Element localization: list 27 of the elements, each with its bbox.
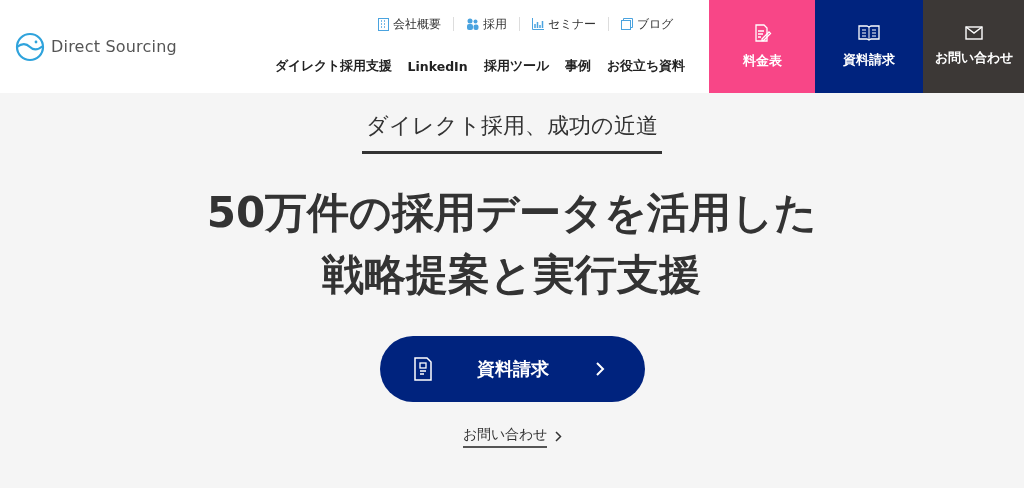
people-icon — [465, 18, 479, 30]
building-icon — [377, 17, 389, 31]
nav-link[interactable]: お役立ち資料 — [606, 57, 685, 75]
logo-icon — [15, 31, 45, 62]
headline: 50万件の採用データを活用した 戦略提案と実行支援 — [206, 187, 818, 301]
mail-icon — [964, 26, 983, 40]
chevron-right-icon — [554, 430, 562, 442]
nav-link[interactable]: 採用ツール — [483, 57, 549, 75]
header-cta-button[interactable]: お問い合わせ — [923, 0, 1024, 93]
top-link[interactable]: セミナー — [518, 17, 608, 31]
document-pen-icon — [752, 23, 772, 43]
nav-link[interactable]: 事例 — [564, 57, 591, 75]
top-link[interactable]: ブログ — [607, 17, 685, 31]
window-icon — [620, 18, 633, 30]
tagline: ダイレクト採用、成功の近道 — [362, 111, 662, 154]
top-link[interactable]: 採用 — [452, 17, 519, 31]
nav-link[interactable]: ダイレクト採用支援 — [274, 57, 392, 75]
nav-link[interactable]: LinkedIn — [407, 58, 468, 74]
contact-link[interactable]: お問い合わせ — [462, 426, 547, 448]
header-cta-button[interactable]: 資料請求 — [815, 0, 924, 93]
document-icon — [413, 357, 432, 381]
chevron-right-icon — [594, 361, 605, 377]
logo-text[interactable]: Direct Sourcing — [51, 37, 177, 56]
top-link[interactable]: 会社概要 — [365, 17, 453, 31]
chart-icon — [531, 18, 544, 30]
book-icon — [858, 24, 881, 42]
request-button[interactable]: 資料請求 — [379, 336, 645, 402]
